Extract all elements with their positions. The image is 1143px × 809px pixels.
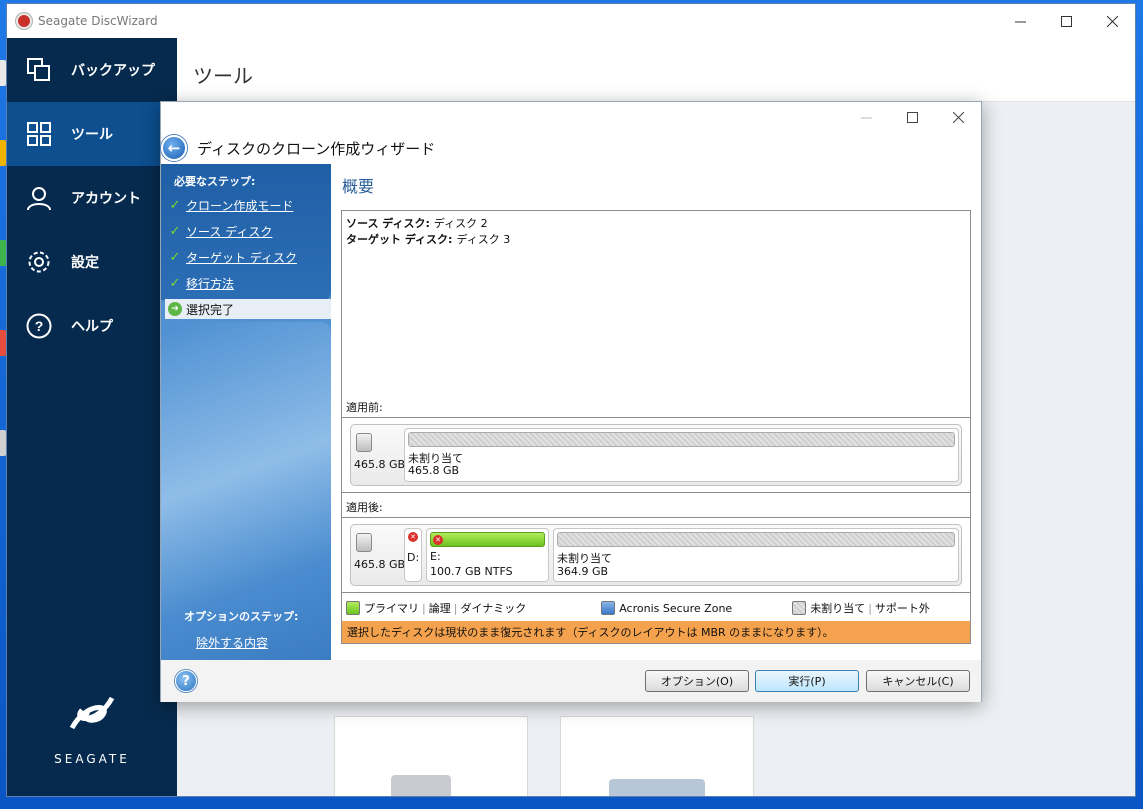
help-icon: ? <box>7 294 71 358</box>
arrow-left-icon: ← <box>167 139 181 157</box>
sidebar-nav: バックアップ ツール アカウント 設定 ? ヘルプ SEAGATE <box>7 38 177 796</box>
wizard-steps-panel: 必要なステップ: ✓ クローン作成モード ✓ ソース ディスク ✓ ターゲット … <box>161 164 331 660</box>
cancel-button[interactable]: キャンセル(C) <box>866 670 970 692</box>
sidebar-item-label: ヘルプ <box>71 319 113 335</box>
maximize-icon <box>1060 15 1072 27</box>
disk-after: 465.8 GB ✕ D: ✕ E: 100.7 GB NTFS 未割り当て 3… <box>342 517 970 593</box>
unallocated-swatch <box>792 601 807 615</box>
title-bar: Seagate DiscWizard <box>7 4 1135 38</box>
sidebar-item-account[interactable]: アカウント <box>7 166 177 230</box>
partition-legend: プライマリ | 論理 | ダイナミック Acronis Secure Zone … <box>342 596 970 620</box>
sidebar-item-help[interactable]: ? ヘルプ <box>7 294 177 358</box>
partition-e[interactable]: ✕ E: 100.7 GB NTFS <box>426 528 549 582</box>
backup-icon <box>7 38 71 102</box>
sidebar-item-tools[interactable]: ツール <box>7 102 177 166</box>
step-migration-method[interactable]: ✓ 移行方法 <box>168 273 328 293</box>
dialog-maximize-button[interactable] <box>889 102 935 132</box>
summary-box: ソース ディスク: ディスク 2 ターゲット ディスク: ディスク 3 適用前: 4… <box>341 210 971 644</box>
close-icon <box>952 111 964 123</box>
check-icon: ✓ <box>169 275 181 291</box>
hard-disk-icon <box>356 533 372 552</box>
gear-icon <box>7 230 71 294</box>
primary-swatch <box>346 601 360 615</box>
dialog-minimize-button[interactable] <box>843 102 889 132</box>
acronis-zone-swatch <box>601 601 616 615</box>
before-label: 適用前: <box>346 401 383 414</box>
seagate-logo: SEAGATE <box>7 688 177 766</box>
close-button[interactable] <box>1089 4 1135 38</box>
summary-heading: 概要 <box>342 177 375 196</box>
close-icon <box>1106 15 1118 27</box>
arrow-right-icon: ➔ <box>168 302 182 316</box>
sidebar-item-backup[interactable]: バックアップ <box>7 38 177 102</box>
warning-banner: 選択したディスクは現状のまま復元されます（ディスクのレイアウトは MBR のまま… <box>342 621 970 643</box>
check-icon: ✓ <box>169 223 181 239</box>
target-disk-info: ターゲット ディスク: ディスク 3 <box>346 233 511 246</box>
hard-disk-icon <box>356 433 372 452</box>
brand-name: SEAGATE <box>54 752 130 766</box>
disk-size: 465.8 GB <box>354 458 406 471</box>
tool-tile[interactable] <box>560 716 754 796</box>
wizard-title: ディスクのクローン作成ウィザード <box>197 139 436 158</box>
sidebar-item-label: 設定 <box>71 255 99 271</box>
error-icon: ✕ <box>433 535 443 545</box>
briefcase-icon <box>609 779 705 796</box>
tool-tile[interactable] <box>334 716 528 796</box>
check-icon: ✓ <box>169 249 181 265</box>
dialog-close-button[interactable] <box>935 102 981 132</box>
app-logo-icon <box>16 13 32 29</box>
steps-title: 必要なステップ: <box>174 175 256 188</box>
help-icon: ? <box>182 673 190 689</box>
after-label: 適用後: <box>346 501 383 514</box>
tools-grid-icon <box>7 102 71 166</box>
account-icon <box>7 166 71 230</box>
options-button[interactable]: オプション(O) <box>645 670 749 692</box>
optional-steps-title: オプションのステップ: <box>184 610 299 623</box>
step-target-disk[interactable]: ✓ ターゲット ディスク <box>168 247 328 267</box>
wizard-main: 概要 ソース ディスク: ディスク 2 ターゲット ディスク: ディスク 3 適用前… <box>331 164 981 660</box>
step-source-disk[interactable]: ✓ ソース ディスク <box>168 221 328 241</box>
back-button[interactable]: ← <box>161 135 187 161</box>
source-disk-info: ソース ディスク: ディスク 2 <box>346 217 488 230</box>
partition-d[interactable]: ✕ D: <box>404 528 422 582</box>
page-title: ツール <box>177 38 1135 102</box>
run-button[interactable]: 実行(P) <box>755 670 859 692</box>
minimize-icon <box>860 117 872 118</box>
sidebar-item-label: ツール <box>71 127 113 143</box>
disk-before: 465.8 GB 未割り当て 465.8 GB <box>342 417 970 493</box>
exclude-items-link[interactable]: 除外する内容 <box>196 634 268 651</box>
error-icon: ✕ <box>408 532 418 542</box>
sidebar-item-settings[interactable]: 設定 <box>7 230 177 294</box>
maximize-button[interactable] <box>1043 4 1089 38</box>
window-title: Seagate DiscWizard <box>38 14 158 28</box>
partition-unallocated[interactable]: 未割り当て 465.8 GB <box>404 428 959 482</box>
disk-icon <box>391 775 451 796</box>
minimize-icon <box>1014 21 1026 22</box>
partition-unallocated[interactable]: 未割り当て 364.9 GB <box>553 528 959 582</box>
maximize-icon <box>906 111 918 123</box>
minimize-button[interactable] <box>997 4 1043 38</box>
disk-size: 465.8 GB <box>354 558 406 571</box>
sidebar-item-label: アカウント <box>71 191 141 207</box>
clone-wizard-dialog: ← ディスクのクローン作成ウィザード 必要なステップ: ✓ クローン作成モード … <box>160 101 982 702</box>
step-clone-mode[interactable]: ✓ クローン作成モード <box>168 195 328 215</box>
seagate-swirl-icon <box>69 696 115 730</box>
svg-text:?: ? <box>35 318 44 334</box>
step-finish[interactable]: ➔ 選択完了 <box>165 299 331 319</box>
dialog-footer: ? オプション(O) 実行(P) キャンセル(C) <box>161 660 981 702</box>
check-icon: ✓ <box>169 197 181 213</box>
sidebar-item-label: バックアップ <box>71 63 155 79</box>
help-button[interactable]: ? <box>175 670 197 692</box>
